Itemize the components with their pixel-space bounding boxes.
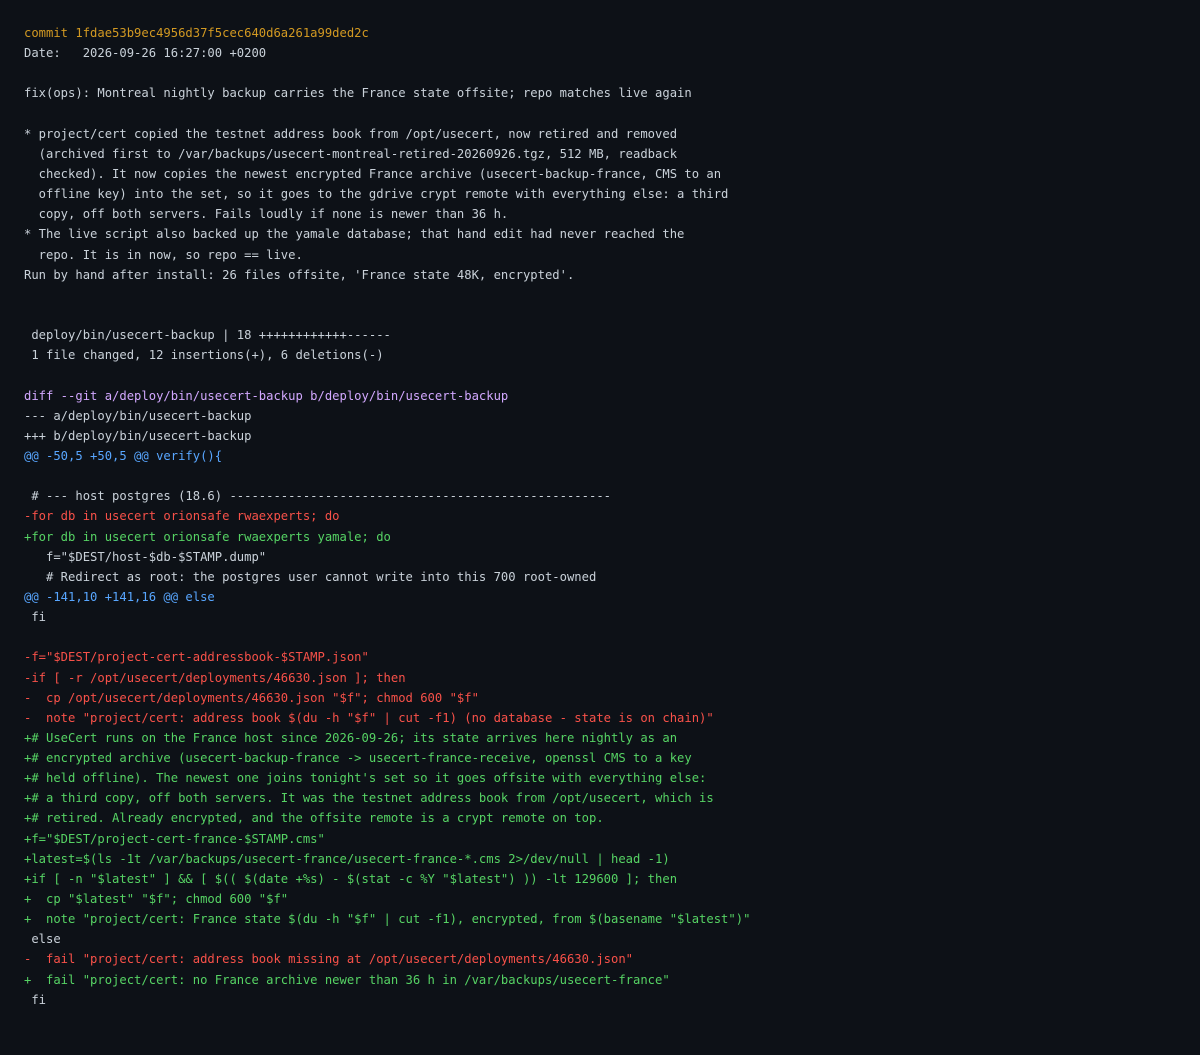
diff-context-line: fi (24, 992, 47, 1007)
commit-message-line: fix(ops): Montreal nightly backup carrie… (24, 86, 692, 101)
commit-message-line: repo. It is in now, so repo == live. (24, 247, 303, 262)
diff-added-line: +if [ -n "$latest" ] && [ $(( $(date +%s… (24, 871, 678, 886)
diff-added-line: + cp "$latest" "$f"; chmod 600 "$f" (24, 892, 289, 907)
diff-added-line: +# retired. Already encrypted, and the o… (24, 811, 604, 826)
diff-context-line: else (24, 932, 61, 947)
diff-hunk-header: @@ -50,5 +50,5 @@ verify(){ (24, 448, 223, 463)
commit-message-line: deploy/bin/usecert-backup | 18 +++++++++… (24, 328, 391, 343)
commit-date-line: Date: 2026-09-26 16:27:00 +0200 (24, 46, 267, 61)
diff-context-line: f="$DEST/host-$db-$STAMP.dump" (24, 549, 267, 564)
commit-message-line: copy, off both servers. Fails loudly if … (24, 207, 509, 222)
terminal-output: commit 1fdae53b9ec4956d37f5cec640d6a261a… (24, 23, 1184, 1010)
diff-file-line: +++ b/deploy/bin/usecert-backup (24, 428, 252, 443)
commit-message-line: * project/cert copied the testnet addres… (24, 126, 678, 141)
commit-hash-line: commit 1fdae53b9ec4956d37f5cec640d6a261a… (24, 26, 369, 40)
diff-added-line: +f="$DEST/project-cert-france-$STAMP.cms… (24, 831, 325, 846)
diff-added-line: +for db in usecert orionsafe rwaexperts … (24, 529, 391, 544)
commit-message-line: checked). It now copies the newest encry… (24, 166, 722, 181)
diff-context-line: # --- host postgres (18.6) -------------… (24, 489, 611, 504)
diff-added-line: +# UseCert runs on the France host since… (24, 730, 678, 745)
commit-message-line: (archived first to /var/backups/usecert-… (24, 146, 678, 161)
diff-added-line: +latest=$(ls -1t /var/backups/usecert-fr… (24, 851, 670, 866)
commit-message-line: offline key) into the set, so it goes to… (24, 187, 729, 202)
commit-message-line: 1 file changed, 12 insertions(+), 6 dele… (24, 348, 384, 363)
diff-removed-line: - cp /opt/usecert/deployments/46630.json… (24, 690, 479, 705)
diff-hunk-header: @@ -141,10 +141,16 @@ else (24, 589, 215, 604)
diff-added-line: +# held offline). The newest one joins t… (24, 771, 707, 786)
diff-removed-line: -if [ -r /opt/usecert/deployments/46630.… (24, 670, 406, 685)
diff-added-line: + fail "project/cert: no France archive … (24, 972, 670, 987)
diff-context-line: # Redirect as root: the postgres user ca… (24, 569, 597, 584)
diff-file-line: --- a/deploy/bin/usecert-backup (24, 408, 252, 423)
diff-added-line: +# encrypted archive (usecert-backup-fra… (24, 751, 692, 766)
diff-added-line: +# a third copy, off both servers. It wa… (24, 791, 714, 806)
commit-message-line: * The live script also backed up the yam… (24, 227, 685, 242)
diff-context-line: fi (24, 610, 47, 625)
diff-removed-line: -for db in usecert orionsafe rwaexperts;… (24, 509, 340, 524)
diff-added-line: + note "project/cert: France state $(du … (24, 912, 751, 927)
commit-message-line: Run by hand after install: 26 files offs… (24, 267, 575, 282)
diff-removed-line: -f="$DEST/project-cert-addressbook-$STAM… (24, 650, 369, 665)
diff-removed-line: - fail "project/cert: address book missi… (24, 952, 634, 967)
diff-removed-line: - note "project/cert: address book $(du … (24, 710, 714, 725)
diff-header-line: diff --git a/deploy/bin/usecert-backup b… (24, 388, 509, 403)
